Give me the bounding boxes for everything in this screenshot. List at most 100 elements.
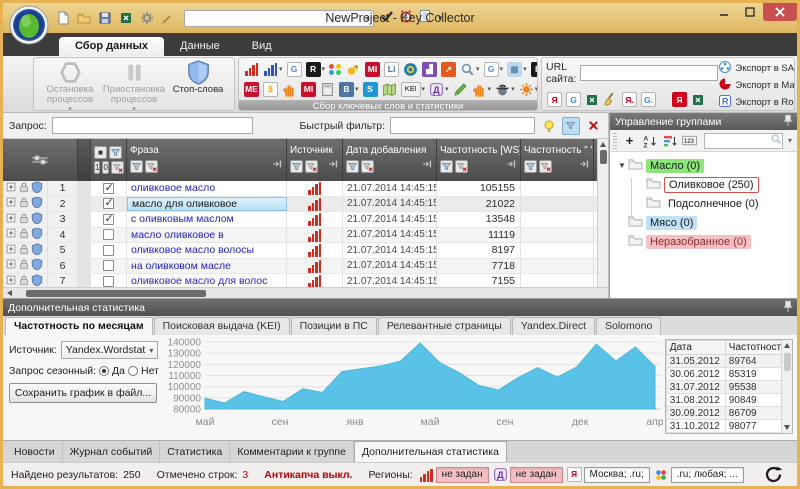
bottom-tab[interactable]: Новости [7,441,63,462]
region-badge[interactable]: .ru; любая; ... [671,467,744,483]
orange-trend-icon[interactable]: ↗ [440,62,457,77]
save-chart-button[interactable]: Сохранить график в файл... [9,383,157,403]
image-source-icon[interactable]: ▦▾ [506,62,528,77]
bottom-tab[interactable]: Комментарии к группе [230,441,354,462]
maximize-button[interactable] [737,3,763,21]
tree-item[interactable]: Оливковое (250) [610,175,797,194]
search-suggest-icon[interactable]: ▾ [459,62,481,77]
clear-filter-icon[interactable] [585,117,602,135]
app-menu-orb[interactable] [9,5,49,45]
export-rookee-button[interactable]: RЭкспорт в Rookee▾ [718,94,795,111]
seasonal-yes-radio[interactable] [99,366,109,376]
expand-icon[interactable] [5,212,17,227]
timer-alarm-icon[interactable] [399,9,413,28]
yellow-collector-icon[interactable] [345,62,362,77]
toolbar-overflow-icon[interactable]: ▾ [786,136,794,145]
direct-source-icon[interactable]: Д▾ [428,82,450,97]
mini-table-row[interactable]: 31.10.201298077 [666,420,784,433]
sun-service-icon[interactable]: ▾ [518,82,538,97]
yandex-region[interactable]: ЯМосква; .ru; [567,467,650,483]
google-check-icon[interactable]: G [565,92,582,107]
rambler-stats-icon[interactable]: R▾ [305,62,327,77]
color-dots-icon[interactable] [328,64,343,75]
google-stats-icon[interactable]: G [286,62,303,77]
column-pin-icon[interactable] [271,157,283,175]
mini-scroll-down-icon[interactable] [784,425,790,430]
column-filter-icon[interactable] [346,160,359,173]
row-checkbox[interactable] [103,214,114,225]
phrase-cell[interactable]: оливковое масло для волос [127,274,287,287]
magic-wand-icon[interactable] [160,10,176,26]
hand-suggest-icon[interactable]: ▾ [471,82,493,97]
phrase-cell[interactable]: на оливковом масле [127,259,287,274]
check-1-icon[interactable]: 1 [94,161,100,174]
google-region[interactable]: .ru; любая; ... [654,467,744,483]
minimize-button[interactable] [711,3,737,21]
stats-tab[interactable]: Релевантные страницы [378,317,511,335]
phrase-cell[interactable]: с оливковым маслом [127,212,287,227]
mini-table-row[interactable]: 30.06.201285319 [666,368,784,381]
seasonal-no-radio[interactable] [128,366,138,376]
column-filter-clear-icon[interactable] [455,160,468,173]
hand-manual-icon[interactable] [281,82,298,97]
column-pin-icon[interactable] [505,157,517,175]
row-checkbox[interactable] [103,260,114,271]
phrase-cell[interactable]: оливковое масло волосы [127,243,287,258]
quick-filter-input[interactable] [390,117,535,134]
column-filter-clear-icon[interactable] [145,160,158,173]
export-excel-icon[interactable] [584,93,600,107]
direct-region[interactable]: Дне задан [493,467,563,483]
bottom-tab[interactable]: Журнал событий [63,441,161,462]
region-badge[interactable]: не задан [436,467,489,483]
column-filter-icon[interactable] [130,160,143,173]
column-pin-icon[interactable] [327,157,339,175]
mini-table-scrollbar[interactable] [781,340,792,433]
column-filter-clear-icon[interactable] [361,160,374,173]
pin-icon[interactable] [784,114,792,130]
site-url-input[interactable] [580,65,718,81]
settings-gear-icon[interactable] [139,10,155,26]
column-filter-icon[interactable] [290,160,303,173]
google-suggest-icon[interactable]: G▾ [483,62,505,77]
filter-suggest-icon[interactable] [540,117,557,135]
quick-search-input[interactable] [185,11,361,25]
pause-processes-button[interactable]: Приостановка процессов▾ [102,59,166,111]
stop-processes-button[interactable]: Остановка процессов▾ [38,59,102,111]
tree-item[interactable]: ▼Масло (0) [610,156,797,175]
region-badge[interactable]: Москва; .ru; [584,467,650,483]
column-pin-icon[interactable] [421,157,433,175]
stats-tab[interactable]: Позиции в ПС [291,317,377,335]
mini-scroll-up-icon[interactable] [784,343,790,348]
wordstat-region[interactable]: не задан [419,467,489,483]
column-header[interactable]: Источник [287,139,343,181]
table-row[interactable]: 6на оливковом масле21.07.2014 14:45:1577… [3,259,608,275]
mini-scroll-thumb[interactable] [784,353,791,371]
check-0-icon[interactable]: 0 [102,161,108,174]
scroll-up-icon[interactable] [600,142,606,147]
region-badge[interactable]: не задан [510,467,563,483]
table-row[interactable]: 5оливковое масло волосы21.07.2014 14:45:… [3,243,608,259]
save-icon[interactable] [97,10,113,26]
column-pin-icon[interactable] [578,157,590,175]
check-filter-icon[interactable] [109,146,122,159]
maps-source-icon[interactable] [381,82,398,97]
table-row[interactable]: 7оливковое масло для волос21.07.2014 14:… [3,274,608,287]
expand-icon[interactable] [5,259,17,274]
wordstat-deep-icon[interactable]: ▾ [262,62,284,76]
close-button[interactable] [763,3,797,21]
vscroll-thumb[interactable] [600,150,607,164]
expand-icon[interactable] [5,181,17,196]
horizontal-scrollbar[interactable] [3,287,608,298]
export-sape-button[interactable]: Экспорт в SAPE▾ [718,60,795,77]
pen-edit-icon[interactable] [452,82,469,97]
spy-mode-icon[interactable]: ▾ [494,82,516,97]
tree-expander-icon[interactable]: ▼ [616,161,628,170]
gear-service-icon[interactable] [402,62,419,77]
yandex-check-icon[interactable]: Я [546,92,563,107]
bottom-tab[interactable]: Статистика [160,441,230,462]
row-checkbox[interactable] [103,198,114,209]
source-select[interactable]: Yandex.Wordstat ▾ [61,341,159,359]
refresh-icon[interactable] [764,465,783,484]
table-row[interactable]: 4масло оливковое в21.07.2014 14:45:15111… [3,228,608,244]
qat-overflow-icon[interactable]: ▾ [436,13,445,24]
